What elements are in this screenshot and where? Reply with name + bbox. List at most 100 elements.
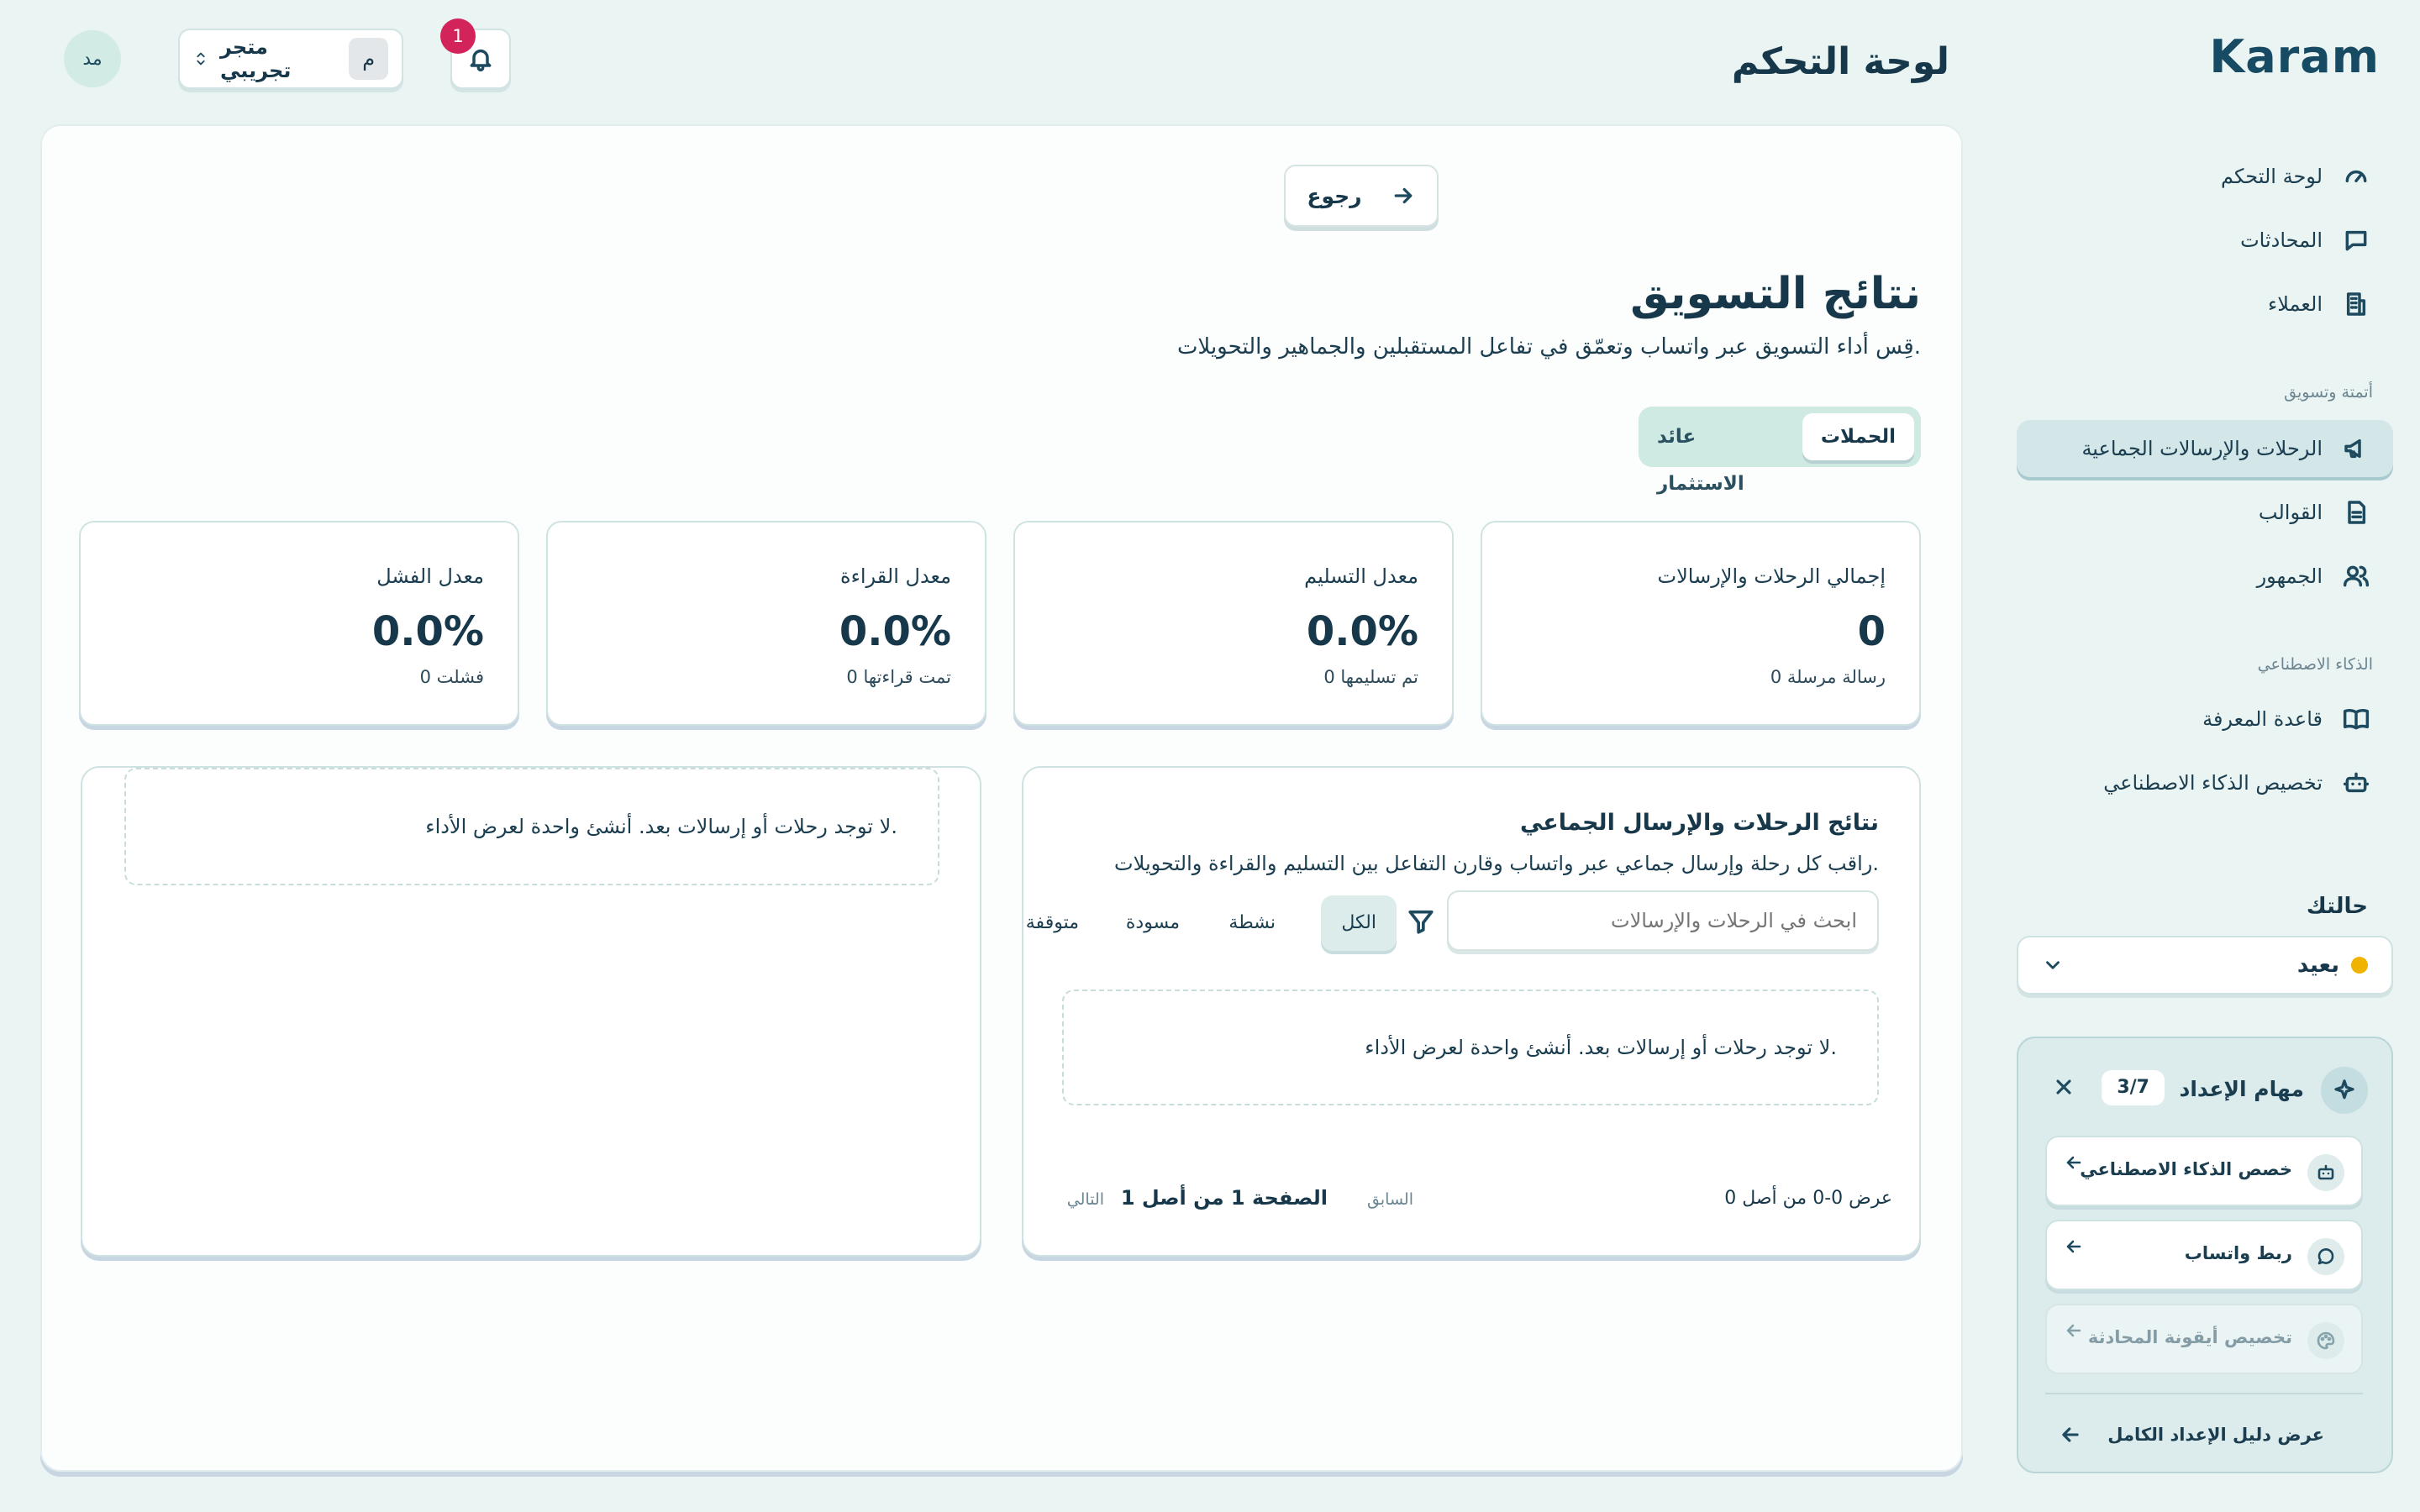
sidebar-item-label: المحادثات: [2240, 228, 2323, 252]
page-subtitle: قِس أداء التسويق عبر واتساب وتعمّق في تف…: [1176, 334, 1921, 360]
stat-sub: 0 فشلت: [419, 667, 484, 687]
journey-results-card: نتائج الرحلات والإرسال الجماعي راقب كل ر…: [1022, 766, 1921, 1257]
stat-label: معدل التسليم: [1304, 564, 1418, 588]
sidebar: Karam لوحة التحكم المحادثات العملاء أتمت…: [2017, 0, 2420, 1512]
stat-value: 0: [1857, 608, 1886, 655]
sidebar-item-label: لوحة التحكم: [2221, 165, 2323, 188]
sidebar-item-label: الرحلات والإرسالات الجماعية: [2081, 437, 2323, 460]
sidebar-item-dashboard[interactable]: لوحة التحكم: [2017, 148, 2393, 205]
notification-badge: 1: [440, 18, 476, 54]
status-value: بعيد: [2296, 953, 2339, 978]
store-name: متجر تجريبي: [220, 35, 292, 82]
sidebar-item-templates[interactable]: القوالب: [2017, 484, 2393, 541]
page-indicator: الصفحة 1 من أصل 1: [1120, 1186, 1328, 1210]
filter-draft[interactable]: مسودة: [1106, 895, 1200, 951]
chevron-down-icon: [2042, 954, 2064, 976]
stat-value: 0.0%: [371, 608, 484, 655]
filter-all[interactable]: الكل: [1321, 895, 1397, 951]
back-button[interactable]: رجوع: [1284, 165, 1439, 227]
task-label: تخصيص أيقونة المحادثة: [2087, 1327, 2292, 1347]
tabs: الحملات عائد الاستثمار: [1639, 407, 1921, 495]
chevron-updown-icon: [193, 50, 208, 68]
chat-icon: [2307, 1238, 2344, 1275]
robot-icon: [2343, 769, 2370, 796]
robot-icon: [2307, 1154, 2344, 1191]
stat-label: معدل القراءة: [840, 564, 951, 588]
onboarding-title: مهام الإعداد: [2179, 1077, 2305, 1101]
task-label: ربط واتساب: [2184, 1243, 2292, 1263]
karam-logo[interactable]: Karam: [2209, 30, 2380, 83]
sidebar-item-ai-customization[interactable]: تخصيص الذكاء الاصطناعي: [2017, 754, 2393, 811]
section-label-ai: الذكاء الاصطناعي: [2257, 655, 2373, 674]
task-label: خصص الذكاء الاصطناعي: [2080, 1159, 2292, 1179]
onboarding-card: مهام الإعداد 3/7 خصص الذكاء الاصطناعي رب…: [2017, 1037, 2393, 1473]
status-title: حالتك: [2306, 894, 2368, 919]
arrow-left-icon: [2064, 1236, 2084, 1257]
bell-icon: [467, 45, 494, 72]
onboarding-task-ai[interactable]: خصص الذكاء الاصطناعي: [2045, 1136, 2363, 1206]
document-icon: [2343, 499, 2370, 526]
book-icon: [2343, 706, 2370, 732]
stat-card-failure: معدل الفشل 0.0% 0 فشلت: [79, 521, 519, 726]
stat-sub: 0 تمت قراءتها: [846, 667, 951, 687]
arrow-left-icon: [2059, 1423, 2082, 1446]
stat-value: 0.0%: [839, 608, 951, 655]
close-icon[interactable]: [2052, 1075, 2075, 1099]
stat-label: معدل الفشل: [376, 564, 484, 588]
sidebar-item-audience[interactable]: الجمهور: [2017, 548, 2393, 605]
sidebar-item-label: القوالب: [2258, 501, 2323, 524]
arrow-left-icon: [2064, 1320, 2084, 1341]
status-dot: [2351, 957, 2368, 974]
empty-state: لا توجد رحلات أو إرسالات بعد. أنشئ واحدة…: [1062, 990, 1879, 1105]
stat-card-total: إجمالي الرحلات والإرسالات 0 0 رسالة مرسل…: [1481, 521, 1921, 726]
filter-icon[interactable]: [1407, 907, 1435, 936]
sidebar-item-journeys[interactable]: الرحلات والإرسالات الجماعية: [2017, 420, 2393, 477]
footer-link-label: عرض دليل الإعداد الكامل: [2107, 1425, 2324, 1445]
sidebar-item-label: الجمهور: [2256, 564, 2323, 588]
stat-value: 0.0%: [1306, 608, 1418, 655]
prev-button[interactable]: السابق: [1367, 1190, 1413, 1209]
chat-icon: [2343, 227, 2370, 254]
arrow-left-icon: [2064, 1152, 2084, 1173]
tab-campaigns[interactable]: الحملات: [1802, 413, 1914, 460]
store-selector[interactable]: م متجر تجريبي: [178, 29, 403, 89]
sidebar-item-label: قاعدة المعرفة: [2202, 707, 2323, 731]
performance-card: لا توجد رحلات أو إرسالات بعد. أنشئ واحدة…: [81, 766, 981, 1257]
onboarding-task-widget-icon[interactable]: تخصيص أيقونة المحادثة: [2045, 1304, 2363, 1374]
onboarding-task-whatsapp[interactable]: ربط واتساب: [2045, 1220, 2363, 1290]
sidebar-item-label: تخصيص الذكاء الاصطناعي: [2103, 771, 2323, 795]
arrow-right-icon: [1391, 183, 1416, 208]
onboarding-progress: 3/7: [2102, 1070, 2165, 1105]
next-button[interactable]: التالي: [1067, 1190, 1104, 1209]
users-icon: [2343, 563, 2370, 590]
status-select[interactable]: بعيد: [2017, 936, 2393, 995]
avatar[interactable]: مد: [64, 30, 121, 87]
gauge-icon: [2343, 163, 2370, 190]
filter-paused[interactable]: متوقفة: [1023, 895, 1099, 951]
stat-sub: 0 رسالة مرسلة: [1770, 667, 1886, 687]
stat-card-read: معدل القراءة 0.0% 0 تمت قراءتها: [546, 521, 986, 726]
stat-sub: 0 تم تسليمها: [1323, 667, 1418, 687]
page-title: لوحة التحكم: [1731, 40, 1949, 83]
onboarding-guide-link[interactable]: عرض دليل الإعداد الكامل: [2059, 1423, 2324, 1446]
sparkle-icon: [2321, 1067, 2368, 1114]
search-input[interactable]: [1447, 890, 1879, 951]
sidebar-item-conversations[interactable]: المحادثات: [2017, 212, 2393, 269]
empty-state: لا توجد رحلات أو إرسالات بعد. أنشئ واحدة…: [124, 768, 939, 885]
stat-label: إجمالي الرحلات والإرسالات: [1657, 564, 1886, 588]
filter-active[interactable]: نشطة: [1208, 895, 1296, 951]
results-subtitle: راقب كل رحلة وإرسال جماعي عبر واتساب وقا…: [1114, 852, 1879, 875]
sidebar-item-knowledge-base[interactable]: قاعدة المعرفة: [2017, 690, 2393, 748]
back-label: رجوع: [1307, 183, 1362, 208]
store-badge: م: [349, 38, 388, 80]
divider: [2045, 1393, 2363, 1394]
page-heading-title: نتائج التسويق: [1630, 269, 1921, 319]
stat-card-delivery: معدل التسليم 0.0% 0 تم تسليمها: [1013, 521, 1454, 726]
tab-roi[interactable]: عائد الاستثمار: [1639, 413, 1798, 495]
megaphone-icon: [2343, 435, 2370, 462]
section-label-automation: أتمتة وتسويق: [2284, 383, 2373, 402]
results-title: نتائج الرحلات والإرسال الجماعي: [1519, 810, 1879, 836]
palette-icon: [2307, 1322, 2344, 1359]
building-icon: [2343, 291, 2370, 318]
sidebar-item-customers[interactable]: العملاء: [2017, 276, 2393, 333]
